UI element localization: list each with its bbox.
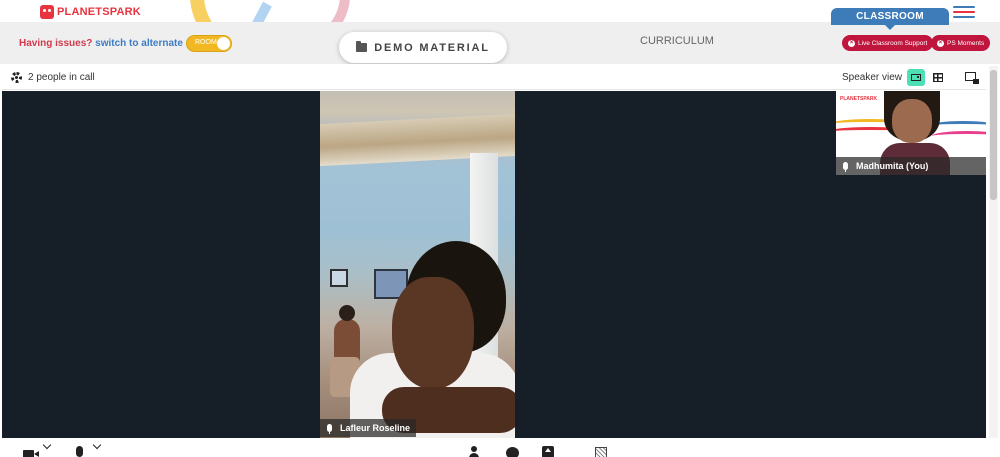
top-header: PLANETSPARK Having issues? switch to alt… bbox=[0, 0, 1000, 64]
participants-icon[interactable] bbox=[469, 446, 479, 457]
demo-material-button[interactable]: DEMO MATERIAL bbox=[339, 32, 507, 63]
call-header: 2 people in call Speaker view bbox=[2, 66, 986, 90]
microphone-icon bbox=[327, 424, 332, 434]
grid-view-button[interactable] bbox=[929, 69, 947, 86]
live-classroom-support-button[interactable]: × Live Classroom Support bbox=[842, 35, 934, 51]
chevron-down-icon[interactable] bbox=[92, 440, 102, 450]
screen-share-icon[interactable] bbox=[542, 446, 554, 457]
camera-icon[interactable] bbox=[23, 450, 39, 457]
self-video-tile[interactable]: PLANETSPARK Madhumita (You) bbox=[836, 91, 986, 175]
self-participant-name: Madhumita (You) bbox=[856, 161, 929, 171]
logo-text: PLANETSPARK bbox=[57, 6, 141, 18]
whiteboard-icon[interactable] bbox=[595, 447, 607, 457]
participant-figure bbox=[392, 277, 474, 389]
call-toolbar bbox=[0, 438, 1000, 457]
folder-icon bbox=[356, 41, 368, 52]
planetspark-logo[interactable]: PLANETSPARK bbox=[40, 5, 141, 19]
speaker-view-button[interactable] bbox=[907, 69, 925, 86]
gear-icon[interactable] bbox=[11, 72, 22, 83]
self-name-tag: Madhumita (You) bbox=[836, 157, 986, 175]
grid-view-icon bbox=[933, 73, 943, 82]
close-circle-icon: × bbox=[937, 39, 944, 47]
picture-in-picture-icon bbox=[965, 72, 979, 84]
video-stage: Lafleur Roseline PLANETSPARK Madhumita (… bbox=[2, 91, 986, 438]
main-participant-name-tag: Lafleur Roseline bbox=[320, 419, 417, 437]
page-scrollbar[interactable] bbox=[989, 66, 998, 438]
microphone-icon bbox=[843, 162, 848, 172]
tile-logo: PLANETSPARK bbox=[840, 96, 878, 102]
toggle-knob bbox=[217, 37, 230, 50]
main-participant-video[interactable]: Lafleur Roseline bbox=[320, 91, 515, 438]
video-background bbox=[330, 269, 348, 287]
chevron-down-icon[interactable] bbox=[42, 440, 52, 450]
background-wave bbox=[932, 131, 986, 141]
microphone-icon[interactable] bbox=[76, 446, 83, 457]
live-support-label: Live Classroom Support bbox=[858, 39, 928, 47]
speaker-view-label: Speaker view bbox=[842, 72, 903, 83]
hamburger-menu-icon[interactable] bbox=[953, 6, 975, 21]
ps-moments-label: PS Moments bbox=[947, 39, 985, 47]
demo-material-label: DEMO MATERIAL bbox=[374, 41, 490, 54]
scrollbar-thumb[interactable] bbox=[990, 70, 997, 200]
picture-in-picture-button[interactable] bbox=[962, 69, 980, 86]
curriculum-tab[interactable]: CURRICULUM bbox=[640, 35, 714, 47]
issue-question: Having issues? bbox=[19, 38, 93, 49]
alternate-room-toggle[interactable]: ROOM bbox=[186, 35, 232, 52]
classroom-tab[interactable]: CLASSROOM bbox=[831, 8, 949, 30]
planetspark-logo-icon bbox=[40, 5, 54, 19]
ps-moments-button[interactable]: × PS Moments bbox=[931, 35, 991, 51]
people-in-call-count: 2 people in call bbox=[28, 72, 95, 83]
self-figure bbox=[892, 99, 932, 143]
toggle-label: ROOM bbox=[195, 39, 217, 46]
issue-notice: Having issues? switch to alternate room bbox=[19, 38, 211, 49]
close-circle-icon: × bbox=[848, 39, 855, 47]
main-participant-name: Lafleur Roseline bbox=[340, 423, 411, 433]
chat-icon[interactable] bbox=[506, 447, 519, 457]
speaker-view-icon bbox=[911, 74, 921, 81]
